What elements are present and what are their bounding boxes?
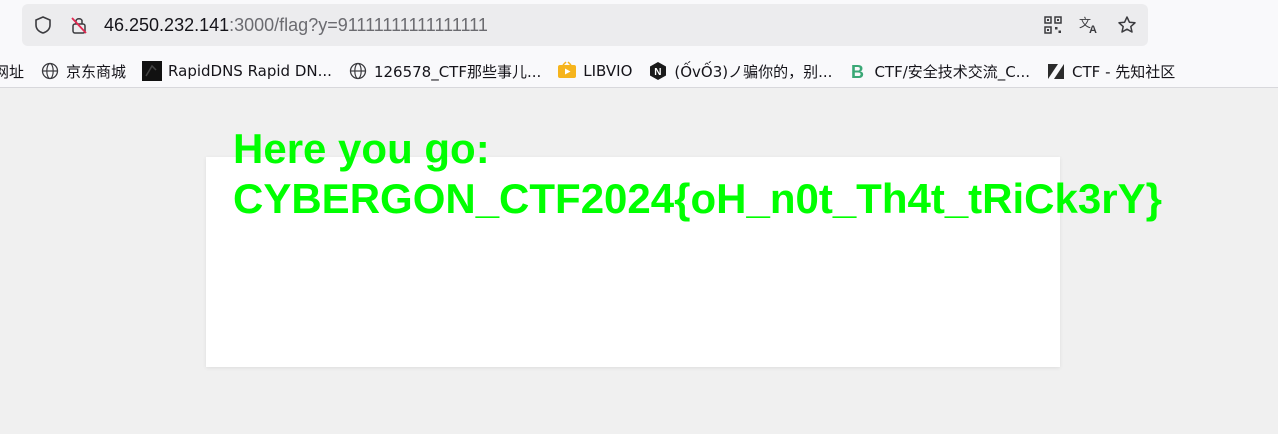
svg-text:B: B: [851, 62, 864, 81]
heading-text: Here you go:: [233, 125, 490, 172]
globe-icon: [348, 61, 368, 81]
bookmark-label: LIBVIO: [583, 62, 633, 80]
bookmark-item[interactable]: B CTF/安全技术交流_C...: [848, 58, 1030, 84]
bookmark-label: (ỐvỐ3)ノ骗你的，别...: [674, 62, 833, 81]
bookmark-item[interactable]: 126578_CTF那些事儿...: [348, 58, 541, 84]
flag-message: Here you go: CYBERGON_CTF2024{oH_n0t_Th4…: [233, 124, 1273, 224]
bookmark-item[interactable]: N (ỐvỐ3)ノ骗你的，别...: [648, 58, 832, 84]
bookmark-label: CTF - 先知社区: [1072, 62, 1176, 81]
not-secure-lock-icon[interactable]: [68, 14, 90, 36]
url-text[interactable]: 46.250.232.141:3000/flag?y=9111111111111…: [104, 15, 488, 36]
bookmark-item[interactable]: 网址: [0, 58, 24, 84]
bookmark-label: 126578_CTF那些事儿...: [373, 62, 542, 81]
libvio-icon: [557, 61, 577, 81]
n-hexagon-icon: N: [648, 61, 668, 81]
flag-text: CYBERGON_CTF2024{oH_n0t_Th4t_tRiCk3rY}: [233, 175, 1162, 222]
b-logo-icon: B: [848, 61, 868, 81]
rapiddns-icon: [142, 61, 163, 81]
bookmark-label: CTF/安全技术交流_C...: [874, 62, 1031, 81]
bookmark-label: RapidDNS Rapid DN...: [168, 62, 332, 80]
bookmark-item[interactable]: 京东商城: [40, 58, 126, 84]
browser-toolbar: 46.250.232.141:3000/flag?y=9111111111111…: [0, 0, 1278, 88]
qr-code-icon[interactable]: [1042, 14, 1064, 36]
bookmark-item[interactable]: CTF - 先知社区: [1046, 58, 1175, 84]
bookmark-label: 京东商城: [66, 62, 127, 81]
svg-text:N: N: [655, 67, 662, 78]
bookmark-star-icon[interactable]: [1116, 14, 1138, 36]
bookmarks-toolbar: 网址 京东商城 RapidDNS Rapid DN... 126578_CTF那…: [0, 56, 1278, 86]
bookmark-item[interactable]: LIBVIO: [557, 58, 632, 84]
globe-icon: [40, 61, 60, 81]
shield-icon[interactable]: [32, 14, 54, 36]
translate-icon[interactable]: 文A: [1078, 14, 1100, 36]
svg-text:A: A: [1089, 24, 1097, 35]
xianzhi-icon: [1046, 61, 1066, 81]
bookmark-item[interactable]: RapidDNS Rapid DN...: [142, 58, 332, 84]
address-bar[interactable]: 46.250.232.141:3000/flag?y=9111111111111…: [22, 4, 1148, 46]
bookmark-label: 网址: [0, 62, 25, 81]
